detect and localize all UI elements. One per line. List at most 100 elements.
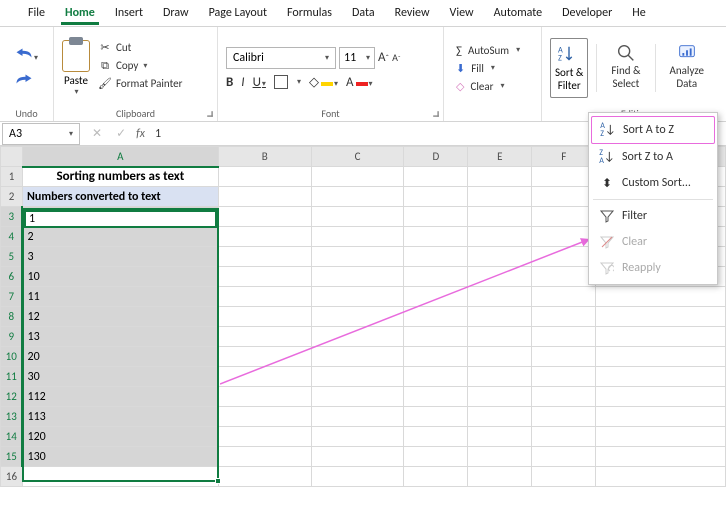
dd-custom-sort[interactable]: ⬍ Custom Sort... bbox=[591, 170, 715, 196]
analyze-data-button[interactable]: Analyze Data bbox=[664, 38, 710, 98]
row-header[interactable]: 3 bbox=[1, 207, 23, 227]
data-cell[interactable]: 112 bbox=[23, 387, 217, 406]
row-header[interactable]: 12 bbox=[1, 387, 23, 407]
grow-font-button[interactable]: Aˆ bbox=[378, 50, 389, 65]
paste-label: Paste bbox=[64, 74, 88, 87]
autosum-button[interactable]: ∑AutoSum ▾ bbox=[452, 43, 533, 58]
tab-automate[interactable]: Automate bbox=[484, 2, 553, 24]
find-select-button[interactable]: Find & Select bbox=[605, 38, 646, 98]
clear-button[interactable]: ◇Clear▾ bbox=[452, 79, 533, 94]
group-label-font: Font bbox=[218, 107, 443, 120]
tab-view[interactable]: View bbox=[440, 2, 484, 24]
redo-button[interactable] bbox=[15, 72, 38, 90]
menu-bar: File Home Insert Draw Page Layout Formul… bbox=[0, 0, 726, 26]
row-header[interactable]: 8 bbox=[1, 307, 23, 327]
sort-az-icon: AZ↓ bbox=[600, 122, 616, 138]
row-header[interactable]: 5 bbox=[1, 247, 23, 267]
format-painter-button[interactable]: 🖌Format Painter bbox=[96, 76, 184, 92]
formula-value[interactable]: 1 bbox=[155, 127, 161, 141]
title-cell[interactable]: Sorting numbers as text bbox=[23, 168, 218, 187]
data-cell[interactable]: 20 bbox=[23, 347, 217, 366]
tab-page-layout[interactable]: Page Layout bbox=[199, 2, 277, 24]
col-header-c[interactable]: C bbox=[311, 147, 404, 167]
data-cell[interactable]: 3 bbox=[23, 247, 217, 266]
fill-color-button[interactable]: ◇▾ bbox=[309, 75, 338, 90]
select-all-corner[interactable] bbox=[1, 147, 23, 167]
ribbon: ▾ Undo Paste ▾ ✂Cut ⧉Copy ▾ 🖌Format Pain… bbox=[0, 26, 726, 122]
border-button[interactable] bbox=[274, 75, 288, 89]
cut-button[interactable]: ✂Cut bbox=[96, 40, 184, 56]
row-header[interactable]: 13 bbox=[1, 407, 23, 427]
analyze-data-icon bbox=[676, 42, 698, 64]
bold-button[interactable]: B bbox=[226, 75, 233, 90]
row-header[interactable]: 2 bbox=[1, 187, 23, 207]
fill-button[interactable]: ⬇Fill▾ bbox=[452, 61, 533, 76]
italic-button[interactable]: I bbox=[241, 75, 244, 90]
col-header-b[interactable]: B bbox=[218, 147, 311, 167]
data-cell[interactable]: 10 bbox=[23, 267, 217, 286]
cancel-icon[interactable]: ✕ bbox=[88, 126, 106, 141]
fill-down-icon: ⬇ bbox=[456, 62, 465, 75]
font-name-select[interactable]: Calibri▾ bbox=[226, 47, 336, 69]
data-cell[interactable]: 2 bbox=[23, 227, 217, 246]
tab-formulas[interactable]: Formulas bbox=[277, 2, 342, 24]
row-header[interactable]: 9 bbox=[1, 327, 23, 347]
data-cell[interactable]: 11 bbox=[23, 287, 217, 306]
eraser-icon: ◇ bbox=[456, 80, 464, 93]
copy-icon: ⧉ bbox=[98, 59, 112, 73]
row-header[interactable]: 7 bbox=[1, 287, 23, 307]
data-cell[interactable]: 130 bbox=[23, 447, 217, 466]
header-cell[interactable]: Numbers converted to text bbox=[23, 187, 218, 206]
dd-filter[interactable]: Filter bbox=[591, 203, 715, 229]
active-cell-a3[interactable]: 1 bbox=[24, 210, 217, 228]
row-header[interactable]: 1 bbox=[1, 167, 23, 187]
dd-separator bbox=[593, 199, 713, 200]
custom-sort-icon: ⬍ bbox=[599, 175, 615, 191]
svg-text:Z: Z bbox=[558, 54, 562, 64]
sort-za-icon: ZA↓ bbox=[599, 149, 615, 165]
font-size-select[interactable]: 11▾ bbox=[339, 47, 375, 69]
name-box[interactable]: A3▾ bbox=[2, 123, 80, 145]
clipboard-launcher[interactable] bbox=[207, 111, 213, 117]
copy-button[interactable]: ⧉Copy ▾ bbox=[96, 58, 184, 74]
tab-insert[interactable]: Insert bbox=[105, 2, 153, 24]
sort-filter-button[interactable]: A Z Sort & Filter bbox=[550, 38, 588, 98]
row-header[interactable]: 16 bbox=[1, 467, 23, 487]
tab-draw[interactable]: Draw bbox=[153, 2, 199, 24]
data-cell[interactable]: 13 bbox=[23, 327, 217, 346]
enter-icon[interactable]: ✓ bbox=[112, 126, 130, 141]
tab-file[interactable]: File bbox=[18, 2, 55, 24]
col-header-e[interactable]: E bbox=[468, 147, 532, 167]
data-cell[interactable]: 120 bbox=[23, 427, 217, 446]
col-header-a[interactable]: A bbox=[22, 147, 218, 167]
data-cell[interactable]: 113 bbox=[23, 407, 217, 426]
sort-filter-dropdown: AZ↓ Sort A to Z ZA↓ Sort Z to A ⬍ Custom… bbox=[588, 112, 718, 285]
tab-review[interactable]: Review bbox=[385, 2, 440, 24]
data-cell[interactable]: 12 bbox=[23, 307, 217, 326]
data-cell[interactable]: 30 bbox=[23, 367, 217, 386]
paste-button[interactable]: Paste ▾ bbox=[62, 40, 90, 97]
col-header-d[interactable]: D bbox=[404, 147, 468, 167]
row-header[interactable]: 15 bbox=[1, 447, 23, 467]
tab-data[interactable]: Data bbox=[342, 2, 385, 24]
row-header[interactable]: 11 bbox=[1, 367, 23, 387]
undo-button[interactable]: ▾ bbox=[15, 46, 38, 64]
format-painter-icon: 🖌 bbox=[98, 77, 112, 91]
dd-sort-a-to-z[interactable]: AZ↓ Sort A to Z bbox=[591, 116, 715, 144]
row-header[interactable]: 10 bbox=[1, 347, 23, 367]
font-launcher[interactable] bbox=[433, 111, 439, 117]
dd-reapply: Reapply bbox=[591, 255, 715, 281]
tab-developer[interactable]: Developer bbox=[552, 2, 622, 24]
fx-icon[interactable]: fx bbox=[136, 127, 145, 141]
dd-sort-z-to-a[interactable]: ZA↓ Sort Z to A bbox=[591, 144, 715, 170]
underline-button[interactable]: U▾ bbox=[253, 75, 266, 90]
tab-help[interactable]: He bbox=[622, 2, 655, 24]
shrink-font-button[interactable]: Aˇ bbox=[392, 51, 401, 64]
font-color-button[interactable]: A▾ bbox=[346, 75, 373, 90]
sum-icon: ∑ bbox=[456, 44, 462, 57]
tab-home[interactable]: Home bbox=[55, 2, 105, 24]
row-header[interactable]: 4 bbox=[1, 227, 23, 247]
row-header[interactable]: 6 bbox=[1, 267, 23, 287]
col-header-f[interactable]: F bbox=[532, 147, 596, 167]
row-header[interactable]: 14 bbox=[1, 427, 23, 447]
